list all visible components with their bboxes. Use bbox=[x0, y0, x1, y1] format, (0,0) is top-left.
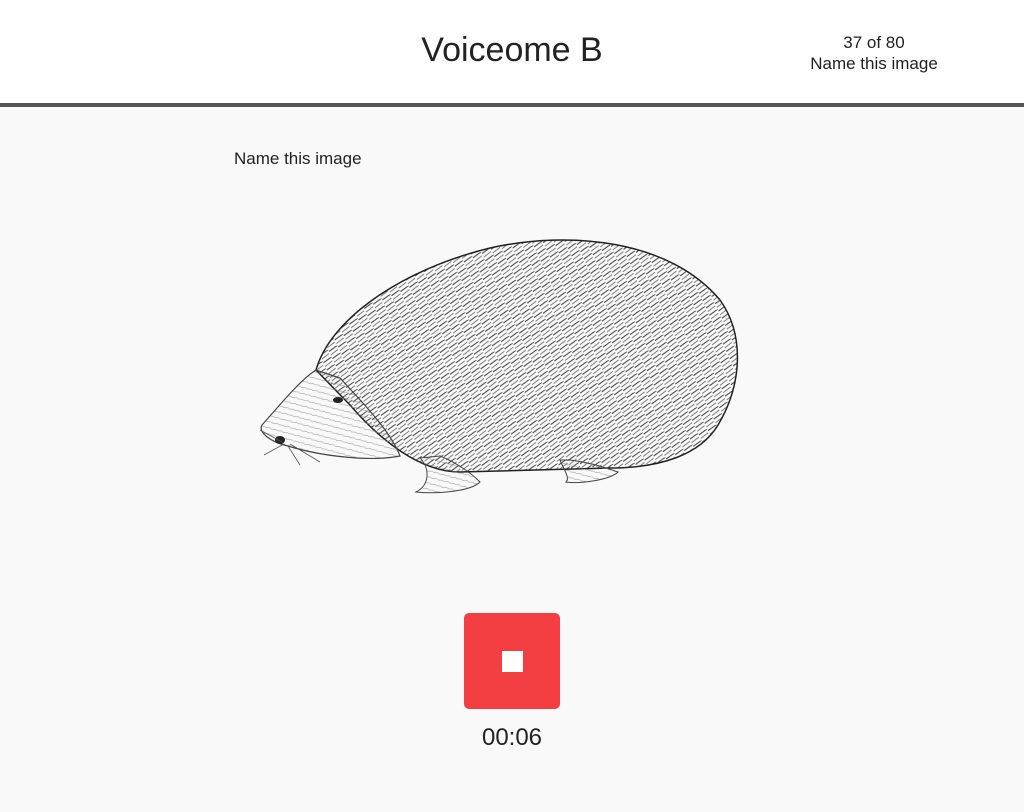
recording-timer: 00:06 bbox=[481, 724, 543, 751]
hedgehog-eye bbox=[333, 397, 343, 403]
progress-task-name: Name this image bbox=[810, 54, 938, 73]
stop-recording-button[interactable] bbox=[464, 613, 560, 709]
app-header: Voiceome B 37 of 80 Name this image bbox=[0, 0, 1024, 107]
progress-count: 37 of 80 bbox=[843, 33, 905, 52]
stop-icon bbox=[502, 651, 523, 672]
task-prompt: Name this image bbox=[234, 149, 362, 168]
hedgehog-illustration bbox=[259, 239, 739, 494]
task-progress: 37 of 80 Name this image bbox=[784, 32, 964, 74]
hedgehog-nose bbox=[275, 436, 285, 444]
